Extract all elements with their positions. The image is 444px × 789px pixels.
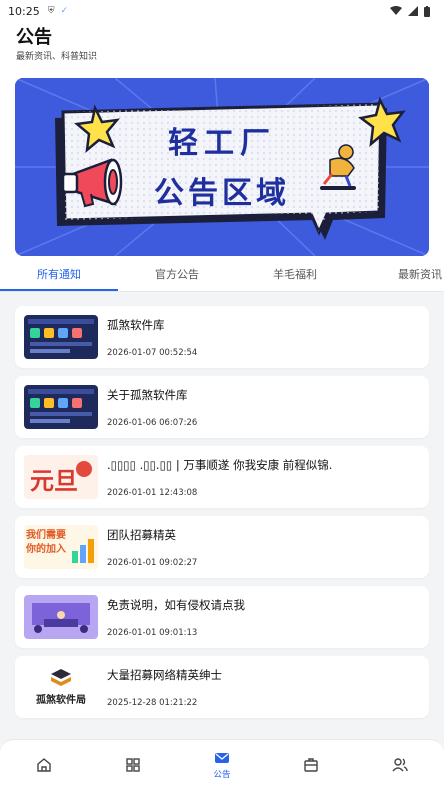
- lantern-icon: [76, 461, 92, 477]
- thumb-logo-text: 孤煞软件局: [36, 695, 86, 706]
- box-icon: [304, 757, 318, 772]
- list-item[interactable]: 我们需要你的加入 团队招募精英 2026-01-01 09:02:27: [15, 516, 429, 578]
- list-item[interactable]: 元旦 .▯▯▯▯ .▯▯.▯▯ | 万事顺遂 你我安康 前程似锦. 2026-0…: [15, 446, 429, 508]
- item-title: 孤煞软件库: [107, 318, 165, 332]
- banner-art: [15, 78, 429, 256]
- battery-icon: [424, 5, 430, 17]
- item-date: 2026-01-01 09:01:13: [107, 628, 198, 638]
- list-item[interactable]: 孤煞软件局 大量招募网络精英绅士 2025-12-28 01:21:22: [15, 656, 429, 718]
- nav-announcements[interactable]: 公告: [178, 740, 267, 789]
- list-item[interactable]: 关于孤煞软件库 2026-01-06 06:07:26: [15, 376, 429, 438]
- thumbnail-app-screenshot: [24, 385, 98, 429]
- thumb-recruit-text: 我们需要你的加入: [26, 530, 66, 555]
- thumbnail-app-screenshot: [24, 315, 98, 359]
- tab-official[interactable]: 官方公告: [118, 264, 236, 291]
- status-time: 10:25: [8, 4, 40, 18]
- bottom-navigation: 公告: [0, 739, 444, 789]
- item-title: 大量招募网络精英绅士: [107, 668, 222, 682]
- logo-icon: [51, 669, 71, 686]
- item-date: 2026-01-07 00:52:54: [107, 348, 198, 358]
- list-item[interactable]: 免责说明，如有侵权请点我 2026-01-01 09:01:13: [15, 586, 429, 648]
- thumb-newyear-text: 元旦: [30, 466, 78, 495]
- notice-list: 孤煞软件库 2026-01-07 00:52:54 关于孤煞软件库 2026-0…: [15, 306, 429, 726]
- thumbnail-meeting: [24, 595, 98, 639]
- nav-apps[interactable]: [89, 740, 178, 789]
- users-icon: [392, 757, 408, 771]
- item-title: .▯▯▯▯ .▯▯.▯▯ | 万事顺遂 你我安康 前程似锦.: [107, 458, 333, 472]
- wifi-icon: [390, 6, 402, 15]
- item-date: 2025-12-28 01:21:22: [107, 698, 198, 708]
- category-tabs: 所有通知 官方公告 羊毛福利 最新资讯: [0, 264, 444, 292]
- shield-icon: ⛨: [47, 6, 55, 16]
- item-date: 2026-01-01 09:02:27: [107, 558, 198, 568]
- item-title: 免责说明，如有侵权请点我: [107, 598, 245, 612]
- item-date: 2026-01-01 12:43:08: [107, 488, 198, 498]
- thumbnail-new-year: 元旦: [24, 455, 98, 499]
- check-icon: ✓: [60, 6, 69, 16]
- page-subtitle: 最新资讯、科普知识: [16, 52, 98, 62]
- nav-store[interactable]: [266, 740, 355, 789]
- thumbnail-logo: 孤煞软件局: [24, 665, 98, 709]
- thumbnail-recruit: 我们需要你的加入: [24, 525, 98, 569]
- nav-announcements-label: 公告: [213, 769, 231, 780]
- page-header: 公告 最新资讯、科普知识: [0, 22, 444, 68]
- status-icons: [390, 5, 430, 17]
- tab-welfare[interactable]: 羊毛福利: [236, 264, 354, 291]
- nav-profile[interactable]: [355, 740, 444, 789]
- tab-latest-news[interactable]: 最新资讯: [354, 264, 444, 291]
- banner-area: 轻工厂 公告区域: [0, 68, 444, 264]
- signal-icon: [408, 6, 418, 16]
- banner-title-line2: 公告区域: [154, 176, 290, 211]
- item-title: 团队招募精英: [107, 528, 176, 542]
- banner-image[interactable]: 轻工厂 公告区域: [15, 78, 429, 256]
- chart-illustration-icon: [72, 539, 94, 563]
- page-title: 公告: [16, 27, 52, 48]
- banner-title-line1: 轻工厂: [168, 126, 276, 161]
- home-icon: [37, 757, 52, 772]
- list-item[interactable]: 孤煞软件库 2026-01-07 00:52:54: [15, 306, 429, 368]
- mail-icon: [214, 752, 229, 763]
- tab-all-notices[interactable]: 所有通知: [0, 264, 118, 291]
- item-title: 关于孤煞软件库: [107, 388, 188, 402]
- item-date: 2026-01-06 06:07:26: [107, 418, 198, 428]
- nav-home[interactable]: [0, 740, 89, 789]
- status-bar: 10:25 ⛨ ✓: [0, 0, 444, 22]
- grid-icon: [126, 757, 140, 772]
